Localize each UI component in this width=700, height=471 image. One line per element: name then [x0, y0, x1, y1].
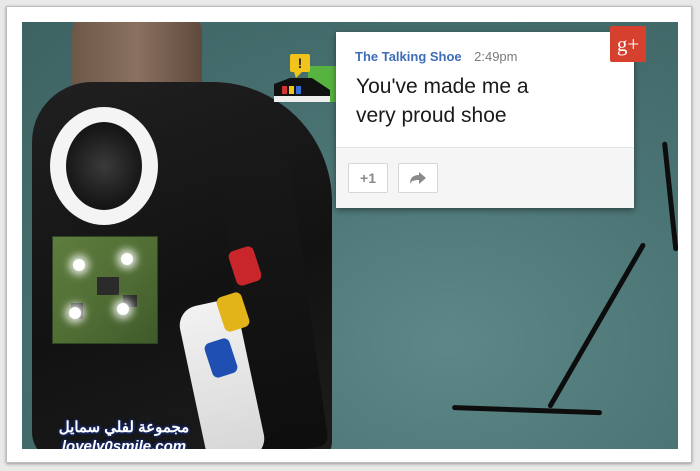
watermark: مجموعة لفلي سمايل lovely0smile.com — [42, 418, 206, 449]
author-link[interactable]: The Talking Shoe — [355, 49, 462, 64]
post-timestamp: 2:49pm — [474, 49, 518, 64]
shoelace — [547, 242, 647, 410]
talking-shoe-avatar-icon: ! — [274, 54, 338, 102]
alert-glyph: ! — [298, 55, 303, 71]
alert-bubble-tail — [294, 72, 302, 78]
circuit-chip — [97, 277, 119, 295]
plus-one-button[interactable]: +1 — [348, 163, 388, 193]
notification-actions: +1 — [336, 147, 634, 208]
led-light — [73, 259, 85, 271]
notification-message: You've made me a very proud shoe — [356, 75, 529, 127]
led-light — [121, 253, 133, 265]
plus-one-label: +1 — [360, 170, 376, 186]
shoelace — [662, 141, 678, 252]
avatar-stripe-red — [282, 86, 287, 94]
circuit-board — [52, 236, 158, 344]
led-light — [69, 307, 81, 319]
speaker-icon — [66, 122, 142, 210]
google-plus-label: g+ — [616, 31, 640, 56]
share-arrow-icon — [410, 172, 426, 184]
avatar-shoe-sole — [274, 96, 330, 102]
avatar-stripe-yellow — [289, 86, 294, 94]
shoelace — [452, 405, 603, 416]
notification-header: The Talking Shoe 2:49pm — [355, 48, 518, 66]
notification-card[interactable]: The Talking Shoe 2:49pm You've made me a… — [336, 32, 634, 208]
led-light — [117, 303, 129, 315]
watermark-arabic-text: مجموعة لفلي سمايل — [58, 419, 190, 436]
avatar-stripe-blue — [296, 86, 301, 94]
google-plus-badge[interactable]: g+ — [610, 26, 646, 62]
watermark-site: lovely0smile.com — [61, 438, 187, 449]
share-button[interactable] — [398, 163, 438, 193]
